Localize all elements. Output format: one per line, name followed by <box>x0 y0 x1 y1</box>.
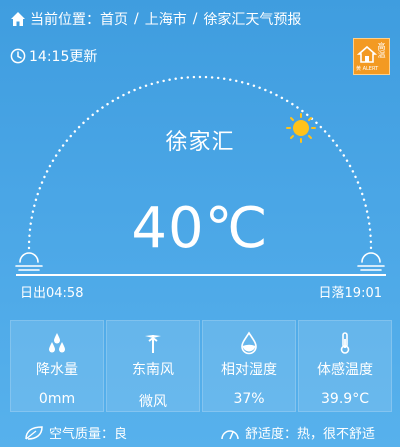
stat-value: 微风 <box>139 394 167 410</box>
comfort-index: 舒适度：热，很不舒适 <box>220 423 375 442</box>
stat-humidity: 相对湿度 37% <box>202 320 296 412</box>
stat-value: 37% <box>233 391 265 407</box>
wind-vane-icon <box>145 335 161 353</box>
raindrops-icon <box>49 333 65 353</box>
air-quality: 空气质量：良 <box>24 423 127 442</box>
humidity-drop-icon <box>241 331 257 355</box>
stat-value: 0mm <box>38 391 76 407</box>
horizon-line <box>16 274 386 276</box>
stat-precipitation: 降水量 0mm <box>10 320 104 412</box>
stat-feels-like: 体感温度 39.9°C <box>298 320 392 412</box>
sunset-time: 日落19:01 <box>318 286 382 301</box>
stat-label: 体感温度 <box>317 362 373 378</box>
leaf-icon <box>25 425 43 440</box>
gauge-icon <box>221 429 239 439</box>
stat-label: 相对湿度 <box>221 362 277 378</box>
weather-stats: 降水量 0mm 东南风 微风 相对湿度 37% 体感温度 39.9°C <box>10 320 392 412</box>
stat-wind: 东南风 微风 <box>106 320 200 412</box>
stat-label: 降水量 <box>36 362 78 378</box>
air-quality-text: 空气质量：良 <box>49 427 128 442</box>
location-name: 徐家汇 <box>165 130 235 155</box>
thermometer-icon <box>340 332 350 354</box>
comfort-text: 舒适度：热，很不舒适 <box>245 427 376 442</box>
current-temperature: 40℃ <box>131 196 269 261</box>
footer-bar: 空气质量：良 舒适度：热，很不舒适 <box>0 421 400 447</box>
stat-value: 39.9°C <box>321 391 369 407</box>
sunrise-time: 日出04:58 <box>20 286 84 301</box>
stat-label: 东南风 <box>132 362 174 378</box>
